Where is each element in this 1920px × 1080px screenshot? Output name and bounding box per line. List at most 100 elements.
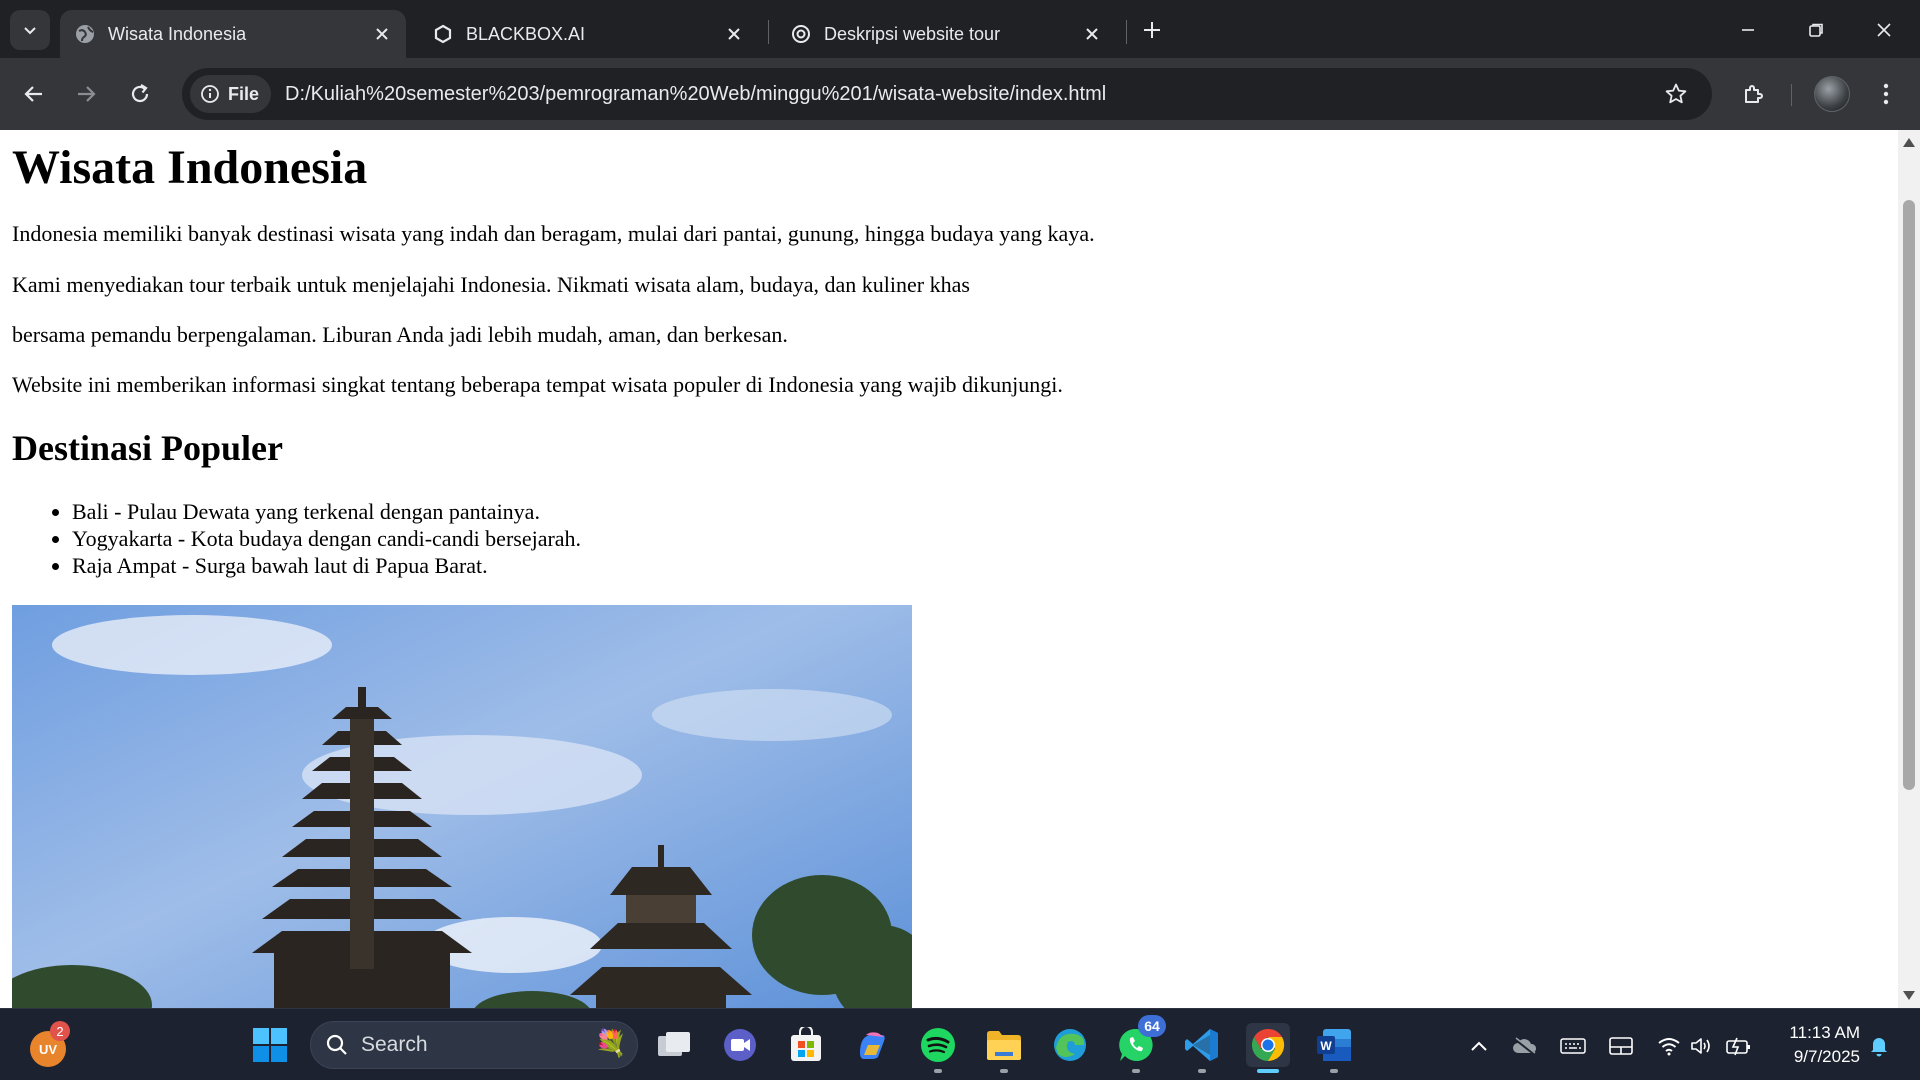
tab-blackbox[interactable]: BLACKBOX.AI <box>418 10 758 58</box>
arrow-left-icon <box>24 86 42 102</box>
new-tab-button[interactable] <box>1136 14 1168 46</box>
tab-title: Wisata Indonesia <box>108 23 247 44</box>
tab-title: BLACKBOX.AI <box>466 23 586 44</box>
battery-charging-icon[interactable] <box>1726 1033 1752 1059</box>
word-button[interactable]: W <box>1312 1023 1356 1073</box>
spotify-button[interactable] <box>916 1023 960 1073</box>
restore-icon <box>1809 23 1823 37</box>
scroll-up-arrow[interactable] <box>1903 138 1915 147</box>
running-indicator <box>934 1069 942 1073</box>
intro-paragraph: Indonesia memiliki banyak destinasi wisa… <box>12 221 1095 247</box>
vscode-button[interactable] <box>1180 1023 1224 1073</box>
notification-badge: 2 <box>50 1021 70 1041</box>
bookmark-button[interactable] <box>1660 78 1692 110</box>
task-view-button[interactable] <box>652 1023 696 1067</box>
video-call-icon <box>724 1029 756 1061</box>
arrow-right-icon <box>78 86 96 102</box>
star-icon <box>1665 83 1687 104</box>
search-label: Search <box>361 1033 428 1056</box>
blackbox-icon <box>432 23 454 45</box>
list-item: Raja Ampat - Surga bawah laut di Papua B… <box>72 552 1886 579</box>
globe-icon <box>74 23 96 45</box>
spotify-icon <box>921 1028 955 1062</box>
tablet-mode-icon[interactable] <box>1608 1033 1634 1059</box>
tray-chevron-up-icon[interactable] <box>1466 1033 1492 1059</box>
copilot-icon <box>860 1032 885 1059</box>
section-heading: Destinasi Populer <box>12 427 284 468</box>
tab-wisata-indonesia[interactable]: Wisata Indonesia <box>60 10 406 58</box>
wifi-icon[interactable] <box>1656 1033 1682 1059</box>
close-tab-icon[interactable] <box>1078 20 1106 48</box>
close-tab-icon[interactable] <box>368 20 396 48</box>
tab-separator <box>1126 20 1127 44</box>
folder-icon <box>987 1031 1021 1060</box>
page-scrollbar[interactable] <box>1898 130 1920 1008</box>
destination-list: Bali - Pulau Dewata yang terkenal dengan… <box>72 498 1886 579</box>
info-paragraph: Website ini memberikan informasi singkat… <box>12 372 1063 398</box>
tour-paragraph-continued: bersama pemandu berpengalaman. Liburan A… <box>12 321 788 347</box>
back-button[interactable] <box>14 74 54 114</box>
teams-meet-button[interactable] <box>718 1023 762 1067</box>
whatsapp-button[interactable]: 64 <box>1114 1015 1166 1073</box>
copilot-button[interactable] <box>850 1023 894 1067</box>
vscode-icon <box>1185 1029 1218 1061</box>
forward-button[interactable] <box>66 74 106 114</box>
menu-button[interactable] <box>1866 74 1906 114</box>
extensions-button[interactable] <box>1734 74 1774 114</box>
tab-deskripsi-website-tour[interactable]: Deskripsi website tour <box>776 10 1116 58</box>
taskbar-search[interactable]: Search 💐 <box>310 1021 638 1069</box>
chatgpt-icon <box>790 23 812 45</box>
tab-search-button[interactable] <box>10 10 50 50</box>
info-icon <box>201 85 219 103</box>
search-icon <box>326 1034 347 1055</box>
chrome-button[interactable] <box>1246 1023 1290 1073</box>
url-text[interactable]: D:/Kuliah%20semester%203/pemrograman%20W… <box>285 83 1106 106</box>
more-vert-icon <box>1883 83 1889 105</box>
close-tab-icon[interactable] <box>720 20 748 48</box>
scroll-down-arrow[interactable] <box>1903 991 1915 1000</box>
running-indicator <box>1198 1069 1206 1073</box>
minimize-button[interactable] <box>1718 8 1778 52</box>
scroll-thumb[interactable] <box>1903 200 1915 790</box>
chevron-down-icon <box>24 27 36 35</box>
address-bar[interactable]: File D:/Kuliah%20semester%203/pemrograma… <box>182 68 1712 120</box>
edge-icon <box>1054 1029 1086 1061</box>
page-heading: Wisata Indonesia <box>12 141 368 194</box>
reload-button[interactable] <box>120 74 160 114</box>
close-window-button[interactable] <box>1854 8 1914 52</box>
toolbar-separator <box>1791 84 1792 106</box>
list-item: Yogyakarta - Kota budaya dengan candi-ca… <box>72 525 1886 552</box>
windows-taskbar: UV 2 Search 💐 64 W 11:13 AM 9/7/2025 <box>0 1008 1920 1080</box>
profile-avatar[interactable] <box>1814 76 1850 112</box>
puzzle-icon <box>1745 85 1763 103</box>
store-icon <box>791 1027 821 1061</box>
minimize-icon <box>1742 29 1754 31</box>
notification-bell-icon[interactable] <box>1866 1033 1892 1059</box>
tab-title: Deskripsi website tour <box>824 23 1001 44</box>
svg-text:W: W <box>1320 1039 1332 1053</box>
file-explorer-button[interactable] <box>982 1023 1026 1073</box>
microsoft-store-button[interactable] <box>784 1023 828 1067</box>
tour-paragraph: Kami menyediakan tour terbaik untuk menj… <box>12 271 970 297</box>
start-button[interactable] <box>248 1023 292 1067</box>
clock-date: 9/7/2025 <box>1793 1047 1860 1066</box>
running-indicator <box>1000 1069 1008 1073</box>
keyboard-icon[interactable] <box>1560 1033 1586 1059</box>
list-item: Bali - Pulau Dewata yang terkenal dengan… <box>72 498 1886 525</box>
volume-icon[interactable] <box>1690 1033 1716 1059</box>
site-info-label: File <box>228 83 260 104</box>
tab-strip: Wisata Indonesia BLACKBOX.AI Deskripsi w… <box>0 0 1920 58</box>
active-indicator <box>1257 1069 1279 1073</box>
onedrive-icon[interactable] <box>1512 1033 1538 1059</box>
windows-logo-icon <box>253 1028 287 1062</box>
browser-toolbar: File D:/Kuliah%20semester%203/pemrograma… <box>0 58 1920 130</box>
restore-button[interactable] <box>1786 8 1846 52</box>
reload-icon <box>131 84 149 103</box>
bali-temple-photo <box>12 605 912 1008</box>
word-icon: W <box>1317 1029 1351 1061</box>
system-clock[interactable]: 11:13 AM 9/7/2025 <box>1770 1021 1860 1069</box>
site-info-chip[interactable]: File <box>190 75 272 113</box>
running-indicator <box>1132 1069 1140 1073</box>
edge-button[interactable] <box>1048 1023 1092 1067</box>
running-indicator <box>1330 1069 1338 1073</box>
